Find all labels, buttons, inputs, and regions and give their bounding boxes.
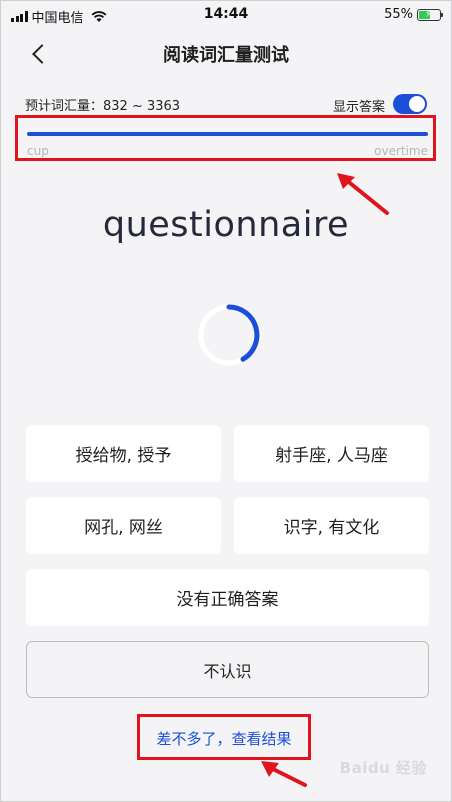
status-bar: 中国电信 14:44 55% ⚡ [1,1,451,29]
battery-percent: 55% [384,7,413,22]
option-button-4[interactable]: 识字, 有文化 [234,497,429,554]
option-button-1[interactable]: 授给物, 授予 [26,425,221,482]
progress-highlight-box: cup overtime [15,115,436,161]
watermark: Baidu 经验 [339,759,427,777]
progress-fill [27,132,428,136]
view-result-link[interactable]: 差不多了，查看结果 [140,728,308,749]
progress-end-label: overtime [374,144,428,158]
dont-know-button[interactable]: 不认识 [26,641,429,698]
option-button-2[interactable]: 射手座, 人马座 [234,425,429,482]
test-word: questionnaire [102,205,350,245]
page-title: 阅读词汇量测试 [163,45,289,66]
battery-icon: ⚡ [417,8,443,21]
vocab-estimate: 预计词汇量：832 ~ 3363 [25,99,181,114]
show-answer-label: 显示答案 [332,100,385,115]
progress-start-label: cup [27,144,49,158]
progress-track [27,132,428,136]
show-answer-toggle[interactable] [393,94,427,114]
status-right: 55% ⚡ [384,7,443,22]
no-correct-answer-button[interactable]: 没有正确答案 [26,569,429,626]
annotation-arrow-icon [261,761,307,787]
charging-icon: ⚡ [425,8,433,20]
option-button-3[interactable]: 网孔, 网丝 [26,497,221,554]
result-highlight-box: 差不多了，查看结果 [137,714,311,760]
loading-spinner-icon [198,304,260,366]
nav-bar: 阅读词汇量测试 [1,29,451,77]
toggle-knob [409,96,425,112]
